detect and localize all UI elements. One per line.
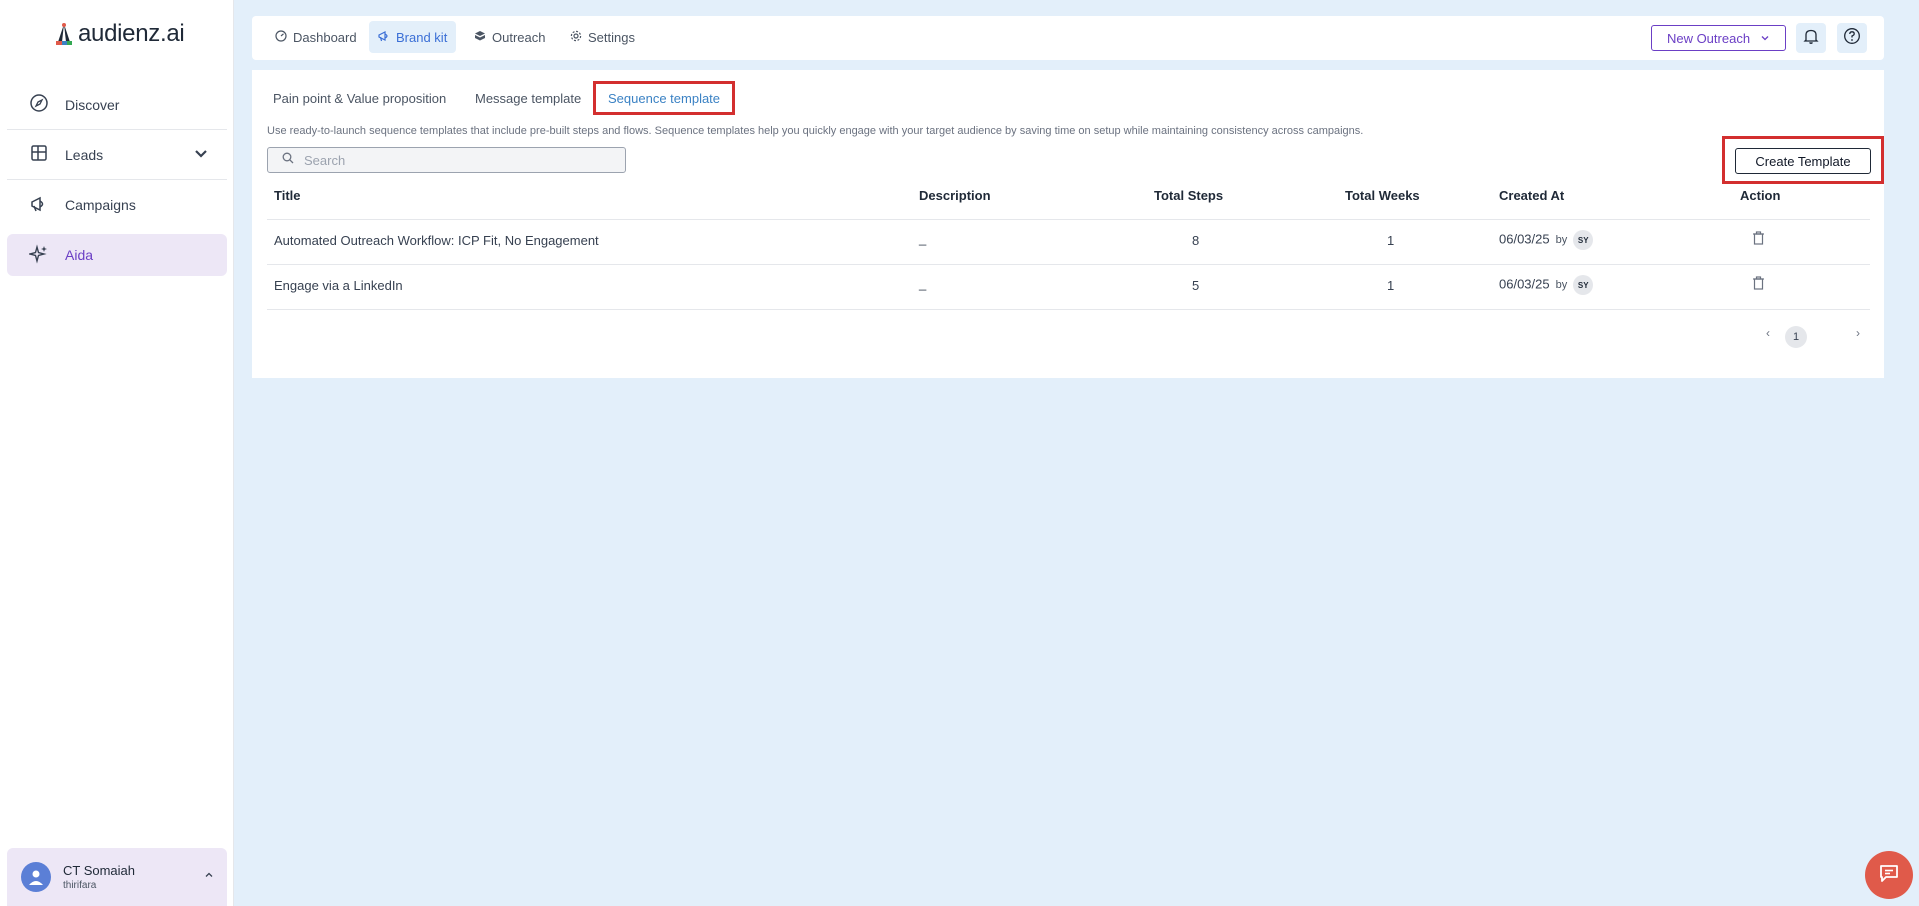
row-title[interactable]: Automated Outreach Workflow: ICP Fit, No… bbox=[274, 233, 599, 248]
row-total-steps: 5 bbox=[1192, 278, 1200, 293]
sidebar-item-label: Discover bbox=[65, 96, 120, 113]
row-date: 06/03/25 bbox=[1499, 276, 1550, 292]
row-created-at: 06/03/25 by SY bbox=[1499, 230, 1594, 250]
new-outreach-label: New Outreach bbox=[1666, 30, 1751, 46]
sidebar-nav: Discover Leads Campaigns Aida bbox=[0, 80, 234, 276]
main-panel: Pain point & Value proposition Message t… bbox=[252, 70, 1884, 378]
megaphone-icon bbox=[29, 194, 49, 217]
top-navigation-bar: Dashboard Brand kit Outreach Settings Ne… bbox=[252, 16, 1884, 60]
chevron-up-icon[interactable] bbox=[203, 868, 215, 886]
user-profile-card[interactable]: CT Somaiah thirifara bbox=[7, 848, 227, 906]
divider bbox=[267, 219, 1870, 220]
subtab-message-template[interactable]: Message template bbox=[475, 86, 581, 110]
column-header-action: Action bbox=[1740, 188, 1781, 203]
column-header-total-weeks: Total Weeks bbox=[1345, 188, 1420, 203]
divider bbox=[267, 309, 1870, 310]
pagination-prev-icon[interactable]: ‹ bbox=[1766, 326, 1770, 340]
tab-dashboard[interactable]: Dashboard bbox=[266, 21, 366, 53]
megaphone-icon bbox=[378, 30, 390, 45]
pagination-page[interactable]: 1 bbox=[1785, 326, 1807, 348]
sparkle-icon bbox=[27, 243, 49, 267]
row-date: 06/03/25 bbox=[1499, 231, 1550, 247]
search-box[interactable] bbox=[267, 147, 626, 173]
divider bbox=[267, 264, 1870, 265]
row-title[interactable]: Engage via a LinkedIn bbox=[274, 278, 403, 293]
row-total-weeks: 1 bbox=[1387, 233, 1395, 248]
tab-outreach[interactable]: Outreach bbox=[465, 21, 554, 53]
pagination-next-icon[interactable]: › bbox=[1856, 326, 1860, 340]
page-description: Use ready-to-launch sequence templates t… bbox=[267, 125, 1364, 137]
notifications-button[interactable] bbox=[1796, 23, 1826, 53]
row-by: by bbox=[1555, 279, 1568, 292]
tab-label: Settings bbox=[588, 29, 635, 45]
chat-support-button[interactable] bbox=[1865, 851, 1913, 899]
tab-label: Dashboard bbox=[293, 29, 357, 45]
user-org: thirifara bbox=[63, 880, 97, 891]
table-icon bbox=[29, 143, 49, 166]
box-icon bbox=[474, 30, 486, 45]
create-template-button[interactable]: Create Template bbox=[1735, 148, 1871, 174]
subtab-sequence-template[interactable]: Sequence template bbox=[593, 81, 736, 115]
tab-brand-kit[interactable]: Brand kit bbox=[369, 21, 457, 53]
sidebar-item-label: Leads bbox=[65, 146, 104, 163]
row-description: _ bbox=[919, 231, 927, 246]
logo-mark-icon bbox=[54, 22, 74, 46]
gear-icon bbox=[570, 30, 582, 45]
trash-icon[interactable] bbox=[1752, 276, 1765, 295]
avatar bbox=[21, 862, 51, 892]
gauge-icon bbox=[275, 29, 287, 45]
chevron-down-icon[interactable] bbox=[191, 143, 211, 166]
sidebar-item-aida[interactable]: Aida bbox=[7, 234, 227, 276]
brand-logo[interactable]: audienz.ai bbox=[54, 20, 185, 48]
sidebar: audienz.ai Discover Leads Campaigns Aida… bbox=[0, 0, 234, 906]
search-input[interactable] bbox=[304, 152, 604, 168]
sidebar-item-label: Campaigns bbox=[65, 197, 136, 213]
row-description: _ bbox=[919, 276, 927, 291]
user-icon bbox=[29, 870, 43, 885]
tab-settings[interactable]: Settings bbox=[561, 21, 644, 53]
help-icon bbox=[1843, 27, 1861, 50]
row-total-steps: 8 bbox=[1192, 233, 1200, 248]
avatar: SY bbox=[1573, 230, 1594, 250]
tab-label: Outreach bbox=[492, 29, 546, 45]
column-header-created-at: Created At bbox=[1499, 188, 1565, 203]
create-template-highlight: Create Template bbox=[1722, 136, 1884, 184]
column-header-description: Description bbox=[919, 188, 991, 203]
trash-icon[interactable] bbox=[1752, 231, 1765, 250]
avatar: SY bbox=[1573, 275, 1594, 295]
chat-icon bbox=[1878, 862, 1900, 889]
tab-label: Brand kit bbox=[396, 29, 448, 45]
column-header-total-steps: Total Steps bbox=[1154, 188, 1224, 203]
compass-icon bbox=[29, 93, 49, 116]
sidebar-item-leads[interactable]: Leads bbox=[7, 130, 227, 180]
search-icon bbox=[282, 151, 294, 169]
brand-name: audienz.ai bbox=[78, 20, 185, 47]
sidebar-item-discover[interactable]: Discover bbox=[7, 80, 227, 130]
user-info: CT Somaiah thirifara bbox=[63, 863, 135, 891]
help-button[interactable] bbox=[1837, 23, 1867, 53]
bell-icon bbox=[1802, 27, 1820, 50]
row-total-weeks: 1 bbox=[1387, 278, 1395, 293]
user-name: CT Somaiah bbox=[63, 863, 136, 878]
sidebar-item-campaigns[interactable]: Campaigns bbox=[7, 180, 227, 230]
sidebar-item-label: Aida bbox=[65, 247, 94, 263]
subtab-pain-point[interactable]: Pain point & Value proposition bbox=[273, 86, 446, 110]
row-by: by bbox=[1555, 234, 1568, 247]
row-created-at: 06/03/25 by SY bbox=[1499, 275, 1594, 295]
column-header-title: Title bbox=[274, 188, 301, 203]
chevron-down-icon bbox=[1760, 31, 1770, 46]
new-outreach-button[interactable]: New Outreach bbox=[1651, 25, 1786, 51]
